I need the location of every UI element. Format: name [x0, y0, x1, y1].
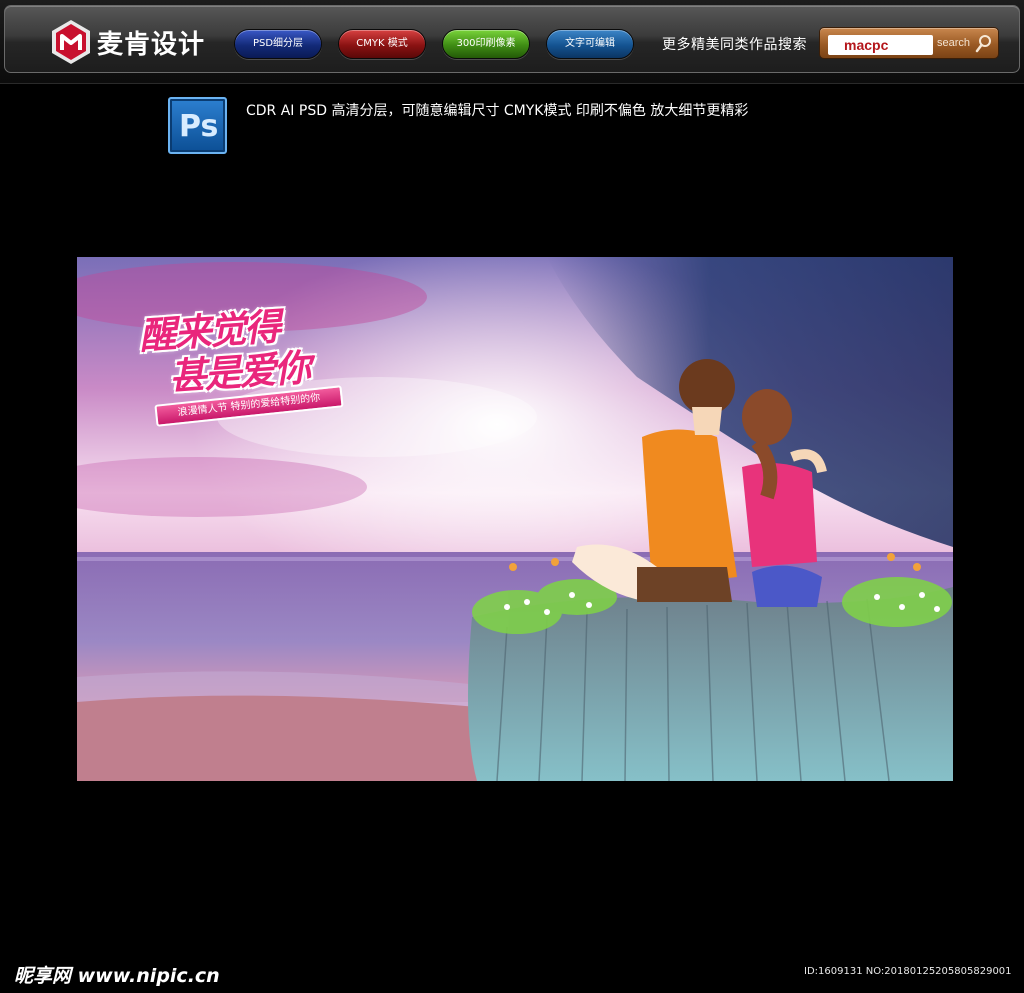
site-watermark: 昵享网 www.nipic.cn	[14, 965, 220, 987]
file-format-info: CDR AI PSD 高清分层，可随意编辑尺寸 CMYK模式 印刷不偏色 放大细…	[246, 103, 749, 119]
magnifier-icon[interactable]	[975, 34, 993, 54]
badge-editable-text[interactable]: 文字可编辑	[546, 29, 634, 59]
search-input[interactable]	[828, 35, 933, 55]
photoshop-icon-label: Ps	[179, 109, 219, 144]
badge-300-dpi[interactable]: 300印刷像素	[442, 29, 530, 59]
brand-name: 麦肯设计	[97, 29, 206, 60]
more-similar-works-link[interactable]: 更多精美同类作品搜索	[662, 34, 807, 54]
search-button-label[interactable]: search	[937, 37, 970, 49]
top-navigation-bar: 麦肯设计 PSD细分层 CMYK 模式 300印刷像素 文字可编辑 更多精美同类…	[0, 0, 1024, 84]
photoshop-icon: Ps	[168, 97, 227, 154]
badge-psd-layers[interactable]: PSD细分层	[234, 29, 322, 59]
badge-cmyk-mode[interactable]: CMYK 模式	[338, 29, 426, 59]
brand-logo[interactable]: 麦肯设计	[51, 19, 205, 65]
brand-cube-icon	[52, 20, 90, 64]
search-box: search	[819, 27, 999, 59]
image-id-label: ID:1609131 NO:20180125205805829001	[804, 966, 1012, 977]
valentine-artwork: 醒来觉得 甚是爱你 浪漫情人节 特别的爱给特别的你	[77, 257, 953, 781]
top-navigation-panel: 麦肯设计 PSD细分层 CMYK 模式 300印刷像素 文字可编辑 更多精美同类…	[4, 5, 1020, 73]
